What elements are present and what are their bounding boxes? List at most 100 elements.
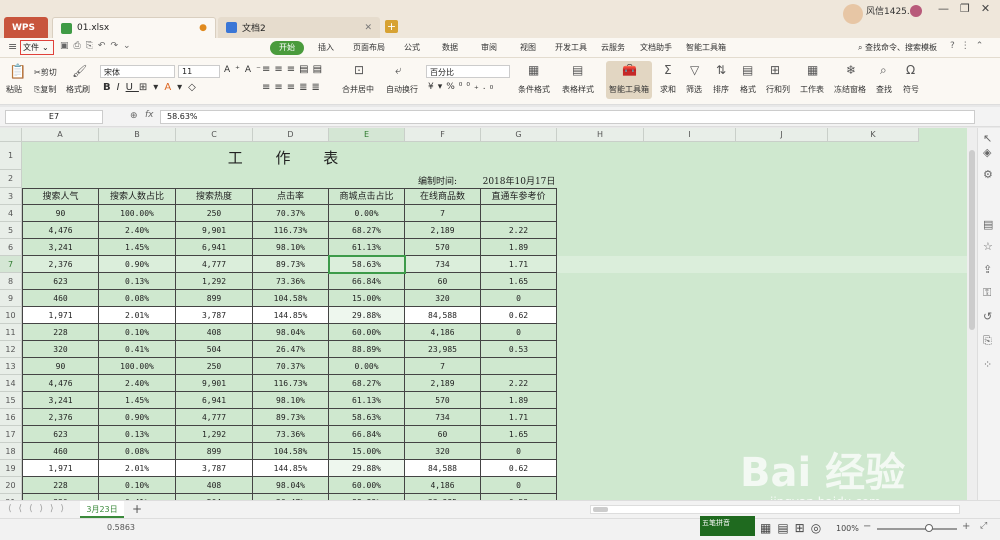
row-header[interactable]: 6 <box>0 239 22 256</box>
restore-icon[interactable]: ❐ <box>960 2 970 15</box>
table-cell[interactable]: 58.63% <box>329 409 405 426</box>
table-cell[interactable]: 2,189 <box>405 222 481 239</box>
table-cell[interactable]: 61.13% <box>329 392 405 409</box>
table-cell[interactable]: 60.00% <box>329 324 405 341</box>
column-header[interactable]: A <box>22 128 99 142</box>
tab-page-layout[interactable]: 页面布局 <box>353 42 385 53</box>
table-cell[interactable]: 2.40% <box>99 375 176 392</box>
align-icons[interactable]: ≡≡≡▤▤ <box>262 64 326 75</box>
table-cell[interactable]: 23,985 <box>405 341 481 358</box>
table-cell[interactable]: 7 <box>405 358 481 375</box>
history-icon[interactable]: ↺ <box>983 310 992 323</box>
table-cell[interactable]: 2,189 <box>405 375 481 392</box>
table-cell[interactable]: 228 <box>22 477 99 494</box>
name-box[interactable]: E7 <box>5 110 103 124</box>
table-cell[interactable]: 89.73% <box>253 409 329 426</box>
table-cell[interactable]: 60 <box>405 273 481 290</box>
conditional-format-button[interactable]: 条件格式 <box>518 84 550 95</box>
table-cell[interactable]: 0.62 <box>481 460 557 477</box>
format-painter-button[interactable]: 格式刷 <box>66 84 90 95</box>
merge-center-button[interactable]: 合并居中 <box>342 84 374 95</box>
row-header[interactable]: 9 <box>0 290 22 307</box>
table-cell[interactable]: 9,901 <box>176 375 253 392</box>
zoom-out-button[interactable]: − <box>863 521 871 532</box>
table-cell[interactable]: 570 <box>405 392 481 409</box>
view-mode-icons[interactable]: ▦▤⊞◎ <box>760 521 827 535</box>
table-cell[interactable]: 623 <box>22 426 99 443</box>
table-cell[interactable]: 68.27% <box>329 375 405 392</box>
table-cell[interactable]: 144.85% <box>253 307 329 324</box>
tab-formula[interactable]: 公式 <box>404 42 420 53</box>
smart-toolbox-button[interactable]: 智能工具箱 <box>609 84 649 95</box>
file-menu-button[interactable]: 文件 ⌄ <box>20 40 54 55</box>
font-select[interactable]: 宋体 <box>100 65 175 78</box>
table-cell[interactable]: 1.89 <box>481 239 557 256</box>
table-cell[interactable]: 98.04% <box>253 324 329 341</box>
column-header[interactable]: B <box>99 128 176 142</box>
table-cell[interactable]: 29.88% <box>329 307 405 324</box>
new-tab-button[interactable]: + <box>385 20 398 33</box>
table-cell[interactable]: 0.08% <box>99 290 176 307</box>
table-cell[interactable]: 0.62 <box>481 307 557 324</box>
table-cell[interactable]: 0 <box>481 477 557 494</box>
find-button[interactable]: 查找 <box>876 84 892 95</box>
backup-icon[interactable]: ⎘ <box>983 334 992 348</box>
column-header[interactable]: H <box>557 128 644 142</box>
table-cell[interactable]: 2.22 <box>481 222 557 239</box>
sort-button[interactable]: 排序 <box>713 84 729 95</box>
select-all-corner[interactable] <box>0 128 22 142</box>
fx-icon[interactable]: fx <box>145 110 154 120</box>
table-cell[interactable]: 9,901 <box>176 222 253 239</box>
table-cell[interactable]: 68.27% <box>329 222 405 239</box>
help-icon[interactable]: ?⋮⌃ <box>950 41 989 51</box>
table-cell[interactable]: 460 <box>22 290 99 307</box>
row-header[interactable]: 10 <box>0 307 22 324</box>
table-cell[interactable]: 1.65 <box>481 426 557 443</box>
table-cell[interactable]: 100.00% <box>99 205 176 222</box>
quick-access-icons[interactable]: ▣⎙⎘↶↷⌄ <box>60 41 136 51</box>
table-cell[interactable]: 250 <box>176 358 253 375</box>
table-cell[interactable]: 73.36% <box>253 426 329 443</box>
row-header[interactable]: 8 <box>0 273 22 290</box>
table-cell[interactable]: 4,186 <box>405 324 481 341</box>
table-cell[interactable]: 2.01% <box>99 307 176 324</box>
font-size-select[interactable]: 11 <box>178 65 220 78</box>
table-cell[interactable]: 0.10% <box>99 324 176 341</box>
table-cell[interactable]: 70.37% <box>253 205 329 222</box>
tab-wps[interactable]: WPS <box>4 17 48 38</box>
table-cell[interactable]: 570 <box>405 239 481 256</box>
row-header[interactable]: 11 <box>0 324 22 341</box>
table-cell[interactable]: 84,588 <box>405 307 481 324</box>
avatar[interactable] <box>843 4 863 24</box>
table-header[interactable]: 直通车参考价 <box>481 188 557 205</box>
table-cell[interactable]: 26.47% <box>253 341 329 358</box>
row-header[interactable]: 13 <box>0 358 22 375</box>
table-cell[interactable]: 4,186 <box>405 477 481 494</box>
table-cell[interactable]: 734 <box>405 409 481 426</box>
table-cell[interactable]: 1,292 <box>176 273 253 290</box>
user-name[interactable]: 风信1425... <box>866 4 916 17</box>
row-header[interactable]: 20 <box>0 477 22 494</box>
format-button[interactable]: 格式 <box>740 84 756 95</box>
column-header[interactable]: I <box>644 128 736 142</box>
table-cell[interactable]: 15.00% <box>329 443 405 460</box>
date-value[interactable]: 2018年10月17日 <box>481 174 557 187</box>
tab-doc2[interactable]: 文档2 ✕ <box>218 17 380 38</box>
table-header[interactable]: 商城点击占比 <box>329 188 405 205</box>
minimize-icon[interactable]: — <box>938 2 949 15</box>
ime-toolbar[interactable]: 五笔拼音 <box>700 516 755 536</box>
table-cell[interactable]: 0.00% <box>329 205 405 222</box>
copy-button[interactable]: ⎘复制 <box>34 84 56 95</box>
table-cell[interactable]: 408 <box>176 477 253 494</box>
freeze-panes-button[interactable]: 冻结窗格 <box>834 84 866 95</box>
table-cell[interactable]: 29.88% <box>329 460 405 477</box>
column-header[interactable]: E <box>329 128 405 142</box>
fullscreen-icon[interactable]: ⤢ <box>980 521 987 531</box>
table-cell[interactable]: 60.00% <box>329 477 405 494</box>
row-header[interactable]: 17 <box>0 426 22 443</box>
lock-icon[interactable]: ⚿ <box>983 286 991 300</box>
table-cell[interactable]: 3,241 <box>22 392 99 409</box>
table-cell[interactable]: 250 <box>176 205 253 222</box>
worksheet-button[interactable]: 工作表 <box>800 84 824 95</box>
table-cell[interactable]: 61.13% <box>329 239 405 256</box>
